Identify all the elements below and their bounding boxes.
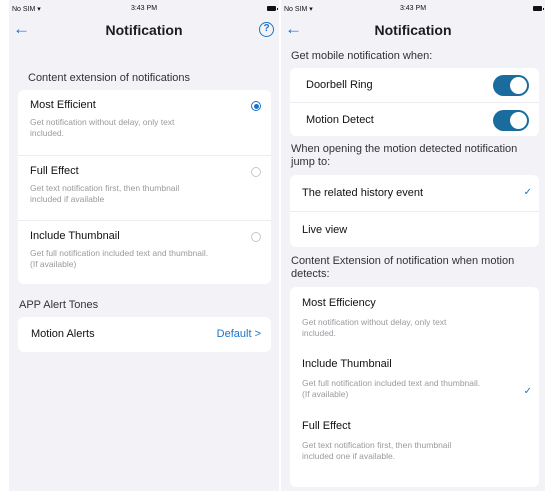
section-label-get-mobile: Get mobile notification when: bbox=[291, 50, 433, 62]
option-live-view[interactable]: Live view bbox=[290, 211, 539, 247]
option-description: Get full notification included text and … bbox=[30, 248, 209, 269]
toggle-label: Doorbell Ring bbox=[306, 79, 373, 91]
section-label-alert-tones: APP Alert Tones bbox=[19, 299, 99, 311]
option-history-event[interactable]: The related history event ✓ bbox=[290, 175, 539, 211]
option-most-efficient[interactable]: Most Efficient Get notification without … bbox=[18, 90, 271, 155]
motion-alerts-label: Motion Alerts bbox=[31, 328, 95, 340]
doorbell-toggle[interactable] bbox=[493, 75, 529, 96]
option-description: Get text notification first, then thumbn… bbox=[302, 440, 452, 461]
option-full-effect[interactable]: Full Effect Get text notification first,… bbox=[290, 410, 539, 472]
status-bar: No SIM ▾ 3:43 PM bbox=[281, 0, 545, 17]
option-label: Include Thumbnail bbox=[30, 230, 120, 242]
radio-unselected-icon[interactable] bbox=[251, 232, 261, 242]
option-full-effect[interactable]: Full Effect Get text notification first,… bbox=[18, 155, 271, 220]
toggle-row-doorbell: Doorbell Ring bbox=[290, 68, 539, 102]
option-include-thumbnail[interactable]: Include Thumbnail Get full notification … bbox=[290, 348, 539, 410]
motion-alerts-value[interactable]: Default > bbox=[217, 328, 261, 340]
checkmark-icon: ✓ bbox=[523, 386, 532, 397]
left-screen: No SIM ▾ 3:43 PM ← Notification ? Conten… bbox=[9, 0, 279, 491]
radio-unselected-icon[interactable] bbox=[251, 167, 261, 177]
notification-toggles: Doorbell Ring Motion Detect bbox=[290, 68, 539, 136]
battery-icon bbox=[267, 6, 278, 11]
checkmark-icon: ✓ bbox=[523, 187, 532, 198]
section-label-jump-to: When opening the motion detected notific… bbox=[291, 143, 518, 168]
option-label: Live view bbox=[302, 224, 348, 236]
option-include-thumbnail[interactable]: Include Thumbnail Get full notification … bbox=[18, 220, 271, 284]
nav-bar: ← Notification ? bbox=[9, 17, 279, 43]
help-icon[interactable]: ? bbox=[259, 22, 274, 37]
page-title: Notification bbox=[374, 22, 452, 38]
motion-detect-toggle[interactable] bbox=[493, 110, 529, 131]
section-label-content-extension: Content Extension of notification when m… bbox=[291, 255, 515, 280]
option-label: Full Effect bbox=[30, 165, 79, 177]
option-description: Get text notification first, then thumbn… bbox=[30, 183, 180, 204]
option-description: Get notification without delay, only tex… bbox=[302, 317, 447, 338]
nav-bar: ← Notification bbox=[281, 17, 545, 43]
status-bar: No SIM ▾ 3:43 PM bbox=[9, 0, 279, 17]
content-extension-options: Most Efficient Get notification without … bbox=[18, 90, 271, 284]
option-label: Include Thumbnail bbox=[302, 358, 392, 370]
option-most-efficiency[interactable]: Most Efficiency Get notification without… bbox=[290, 287, 539, 348]
page-title: Notification bbox=[105, 22, 183, 38]
toggle-label: Motion Detect bbox=[306, 114, 374, 126]
clock: 3:43 PM bbox=[399, 5, 427, 12]
content-extension-options: Most Efficiency Get notification without… bbox=[290, 287, 539, 487]
clock: 3:43 PM bbox=[130, 5, 158, 12]
option-label: Most Efficiency bbox=[302, 297, 376, 309]
option-label: Full Effect bbox=[302, 420, 351, 432]
option-description: Get notification without delay, only tex… bbox=[30, 117, 175, 138]
radio-selected-icon[interactable] bbox=[251, 101, 261, 111]
battery-icon bbox=[533, 6, 544, 11]
right-screen: No SIM ▾ 3:43 PM ← Notification Get mobi… bbox=[281, 0, 545, 491]
section-label-content-extension: Content extension of notifications bbox=[28, 72, 191, 84]
option-label: The related history event bbox=[302, 187, 424, 199]
toggle-row-motion: Motion Detect bbox=[290, 102, 539, 136]
motion-alerts-row[interactable]: Motion Alerts Default > bbox=[18, 317, 271, 352]
option-label: Most Efficient bbox=[30, 99, 96, 111]
option-description: Get full notification included text and … bbox=[302, 378, 481, 399]
jump-to-options: The related history event ✓ Live view bbox=[290, 175, 539, 247]
